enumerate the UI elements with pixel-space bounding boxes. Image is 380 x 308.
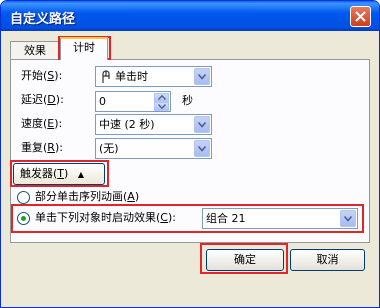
mouse-click-icon	[102, 70, 110, 83]
chevron-down-icon	[158, 104, 166, 109]
cancel-button[interactable]: 取消	[290, 249, 365, 271]
delay-increase-button[interactable]	[154, 93, 169, 102]
repeat-select[interactable]: (无)	[95, 138, 212, 159]
speed-value: 中速 (2 秒)	[99, 118, 155, 131]
delay-unit: 秒	[182, 94, 193, 107]
delay-value[interactable]: 0	[99, 94, 106, 109]
option-object-label[interactable]: 单击下列对象时启动效果(C):	[35, 210, 176, 226]
start-value: 单击时	[115, 70, 148, 83]
tab-effect[interactable]: 效果	[10, 41, 60, 59]
speed-dropdown-button[interactable]	[194, 116, 210, 133]
repeat-dropdown-button[interactable]	[194, 140, 210, 157]
speed-label: 速度(E):	[21, 117, 63, 130]
ok-button[interactable]: 确定	[206, 249, 284, 271]
dialog-window: 自定义路径 效果 计时 开始(S): 单击时 延迟(D): 0 秒 速度(E):…	[0, 0, 380, 308]
caret-up-icon: ▲	[77, 170, 84, 179]
start-dropdown-button[interactable]	[194, 68, 210, 85]
radio-object-click[interactable]	[17, 212, 30, 225]
speed-select[interactable]: 中速 (2 秒)	[95, 114, 212, 135]
title-bar[interactable]: 自定义路径	[1, 1, 379, 31]
chevron-down-icon	[344, 216, 352, 222]
repeat-label: 重复(R):	[21, 141, 63, 154]
close-button[interactable]	[350, 6, 371, 27]
window-title: 自定义路径	[10, 12, 76, 27]
chevron-up-icon	[158, 95, 166, 100]
delay-label: 延迟(D):	[21, 93, 64, 106]
start-select[interactable]: 单击时	[95, 66, 212, 87]
delay-decrease-button[interactable]	[154, 102, 169, 111]
close-icon	[355, 11, 366, 22]
option-sequence-label[interactable]: 部分单击序列动画(A)	[35, 189, 139, 205]
trigger-button[interactable]: 触发器(T) ▲	[13, 163, 105, 185]
trigger-object-dropdown-button[interactable]	[340, 210, 356, 227]
start-label: 开始(S):	[21, 69, 63, 82]
radio-sequence[interactable]	[17, 191, 30, 204]
trigger-object-select[interactable]: 组合 21	[202, 208, 358, 229]
repeat-value: (无)	[99, 142, 119, 155]
trigger-object-value: 组合 21	[206, 212, 246, 225]
chevron-down-icon	[198, 74, 206, 80]
radio-selected-dot	[21, 216, 26, 221]
chevron-down-icon	[198, 122, 206, 128]
tab-timing[interactable]: 计时	[60, 37, 108, 60]
chevron-down-icon	[198, 146, 206, 152]
delay-spinner[interactable]: 0	[95, 91, 171, 112]
